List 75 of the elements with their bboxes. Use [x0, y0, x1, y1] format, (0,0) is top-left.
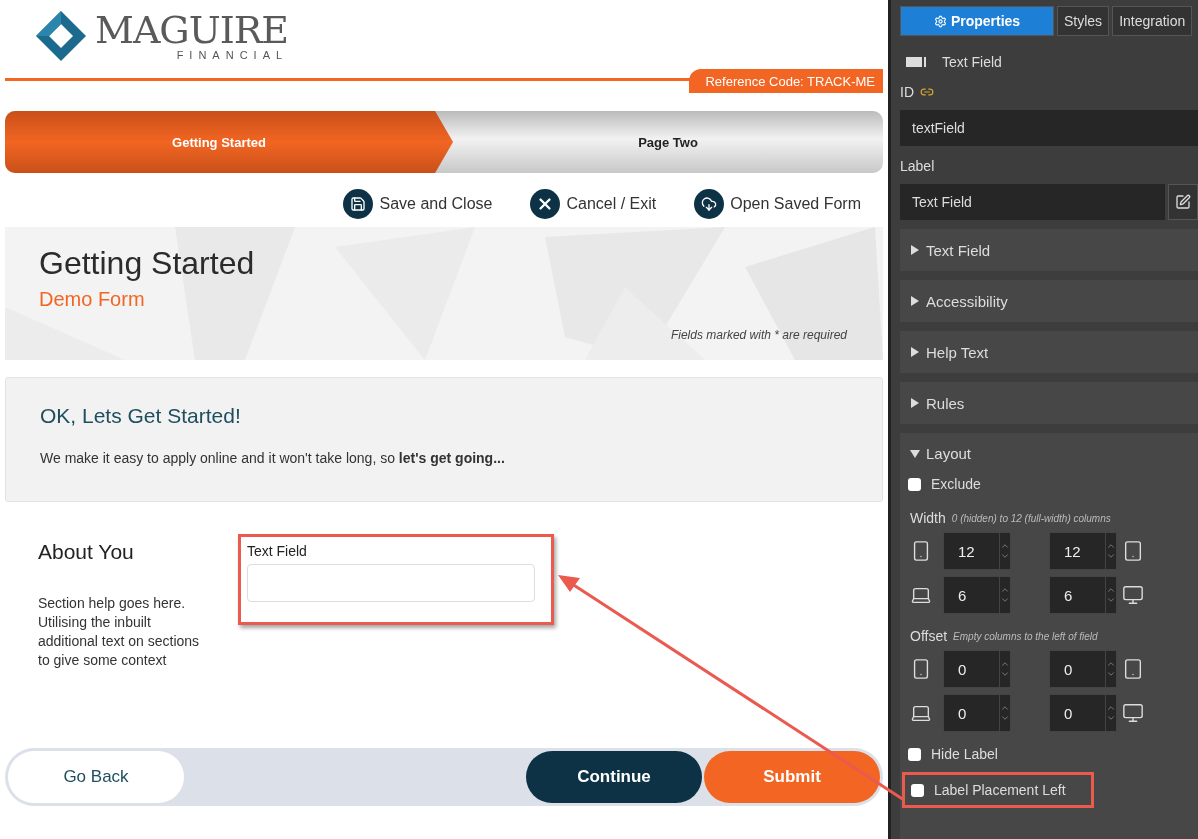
- label-field[interactable]: Text Field: [900, 184, 1165, 220]
- accordion-header[interactable]: Accessibility: [910, 292, 1008, 310]
- caret-right-icon: [910, 398, 920, 408]
- number-field[interactable]: 0: [1049, 650, 1117, 688]
- grid-hint: Empty columns to the left of field: [953, 630, 1098, 642]
- id-label: ID: [900, 84, 914, 100]
- tablet-icon: [1122, 658, 1144, 680]
- number-field[interactable]: 0: [943, 694, 1011, 732]
- logo-wordmark: MAGUIRE: [95, 11, 289, 49]
- step-tab[interactable]: Page Two: [453, 111, 883, 173]
- logo-subtitle: FINANCIAL: [176, 50, 289, 61]
- grid-label: Offset: [910, 628, 948, 644]
- checkbox-option[interactable]: Exclude: [902, 466, 1198, 502]
- action-link[interactable]: Open Saved Form: [694, 189, 861, 219]
- cloud-download-icon: [694, 189, 725, 219]
- save-icon: [343, 189, 374, 219]
- panel-tab[interactable]: Styles: [1057, 6, 1110, 36]
- required-note: Fields marked with * are required: [670, 328, 847, 342]
- spinner-icon[interactable]: [999, 651, 1010, 687]
- caret-down-icon: [910, 448, 920, 459]
- number-field[interactable]: 12: [1049, 532, 1117, 570]
- page-title: Getting Started: [39, 245, 256, 282]
- edit-icon: [1175, 194, 1191, 210]
- spinner-icon[interactable]: [1105, 533, 1116, 569]
- accordion-header[interactable]: Help Text: [910, 343, 989, 361]
- section-help: Section help goes here. Utilising the inbuilt additional text on sections to give some context: [38, 594, 201, 670]
- close-icon: [530, 189, 561, 219]
- section-title: About You: [38, 540, 135, 564]
- spinner-icon[interactable]: [1105, 695, 1116, 731]
- checkbox[interactable]: [911, 783, 924, 797]
- action-link[interactable]: Cancel / Exit: [530, 189, 657, 219]
- number-field[interactable]: 0: [1049, 694, 1117, 732]
- component-type: Text Field: [942, 54, 1002, 70]
- id-field[interactable]: textField: [900, 110, 1198, 146]
- reference-code: Reference Code: TRACK-ME: [689, 69, 883, 93]
- number-field[interactable]: 12: [943, 532, 1011, 570]
- caret-right-icon: [910, 347, 920, 357]
- number-field[interactable]: 0: [943, 650, 1011, 688]
- checkbox-option[interactable]: Hide Label: [902, 736, 1198, 772]
- intro-text: We make it easy to apply online and it won't take long, so let's get going...: [40, 450, 506, 466]
- caret-right-icon: [910, 245, 920, 255]
- page-subtitle: Demo Form: [39, 288, 146, 311]
- nav-button[interactable]: Continue: [526, 751, 702, 803]
- accordion-header[interactable]: Text Field: [910, 241, 991, 259]
- number-field[interactable]: 6: [943, 576, 1011, 614]
- grid-label: Width: [910, 510, 946, 526]
- panel-tab[interactable]: Integration: [1112, 6, 1193, 36]
- accordion-header[interactable]: Rules: [910, 394, 965, 412]
- edit-button[interactable]: [1168, 184, 1198, 220]
- checkbox-option[interactable]: Label Placement Left: [902, 772, 1094, 808]
- spinner-icon[interactable]: [999, 533, 1010, 569]
- spinner-icon[interactable]: [999, 695, 1010, 731]
- number-field[interactable]: 6: [1049, 576, 1117, 614]
- grid-hint: 0 (hidden) to 12 (full-width) columns: [951, 512, 1111, 524]
- caret-right-icon: [910, 296, 920, 306]
- field-label: Text Field: [247, 543, 308, 559]
- text-field-icon: [906, 56, 928, 68]
- intro-heading: OK, Lets Get Started!: [40, 404, 242, 428]
- monitor-icon: [1122, 584, 1144, 606]
- label-caption: Label: [900, 158, 936, 174]
- panel-tab[interactable]: Properties: [900, 6, 1054, 36]
- diamond-logo-icon: [35, 10, 87, 62]
- link-icon: [920, 85, 934, 99]
- gear-icon: [933, 14, 947, 28]
- text-input-field[interactable]: [247, 564, 535, 602]
- accordion-header[interactable]: Layout: [910, 445, 972, 462]
- spinner-icon[interactable]: [999, 577, 1010, 613]
- tablet-icon: [1122, 540, 1144, 562]
- spinner-icon[interactable]: [1105, 577, 1116, 613]
- checkbox[interactable]: [908, 747, 921, 761]
- monitor-icon: [1122, 702, 1144, 724]
- action-link[interactable]: Save and Close: [343, 189, 493, 219]
- checkbox[interactable]: [908, 477, 921, 491]
- spinner-icon[interactable]: [1105, 651, 1116, 687]
- nav-button[interactable]: Go Back: [8, 751, 184, 803]
